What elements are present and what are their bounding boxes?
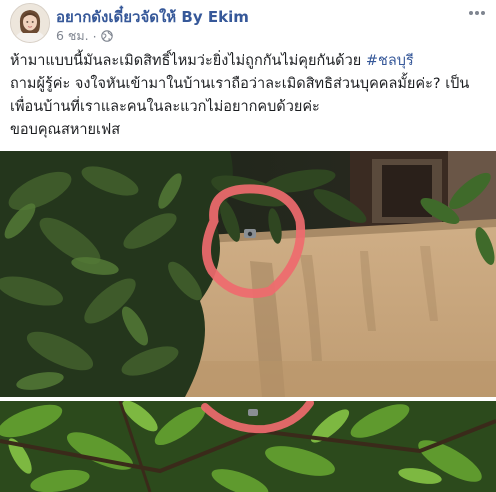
post-photo-secondary[interactable] [0,401,496,492]
post-text-line: ถามผู้รู้ค่ะ จงใจหันเข้ามาในบ้านเราถือว่… [10,76,470,92]
post-meta: 6 ชม. · [56,26,113,46]
post-message: ห้ามาแบบนี้มันละเมิดสิทธิ์ไหมว่ะยิ่งไม่ถ… [10,50,488,142]
more-horizontal-icon[interactable] [468,10,486,16]
post-text-line: ขอบคุณสหายเฟส [10,122,121,138]
post-text-line: ห้ามาแบบนี้มันละเมิดสิทธิ์ไหมว่ะยิ่งไม่ถ… [10,50,488,73]
page-avatar[interactable] [10,3,50,43]
globe-icon [100,30,113,42]
post-text-line: เพื่อนบ้านที่เราและคนในละแวกไม่อยากคบด้ว… [10,99,320,115]
post-photo-main[interactable] [0,151,496,397]
post-text-segment: ห้ามาแบบนี้มันละเมิดสิทธิ์ไหมว่ะยิ่งไม่ถ… [10,53,366,69]
meta-separator: · [92,28,97,44]
post-timestamp[interactable]: 6 ชม. [56,26,89,46]
hashtag-link[interactable]: #ชลบุรี [366,53,414,69]
post-header: อยากดังเดี๋ยวจัดให้ By Ekim 6 ชม. · [0,0,496,50]
